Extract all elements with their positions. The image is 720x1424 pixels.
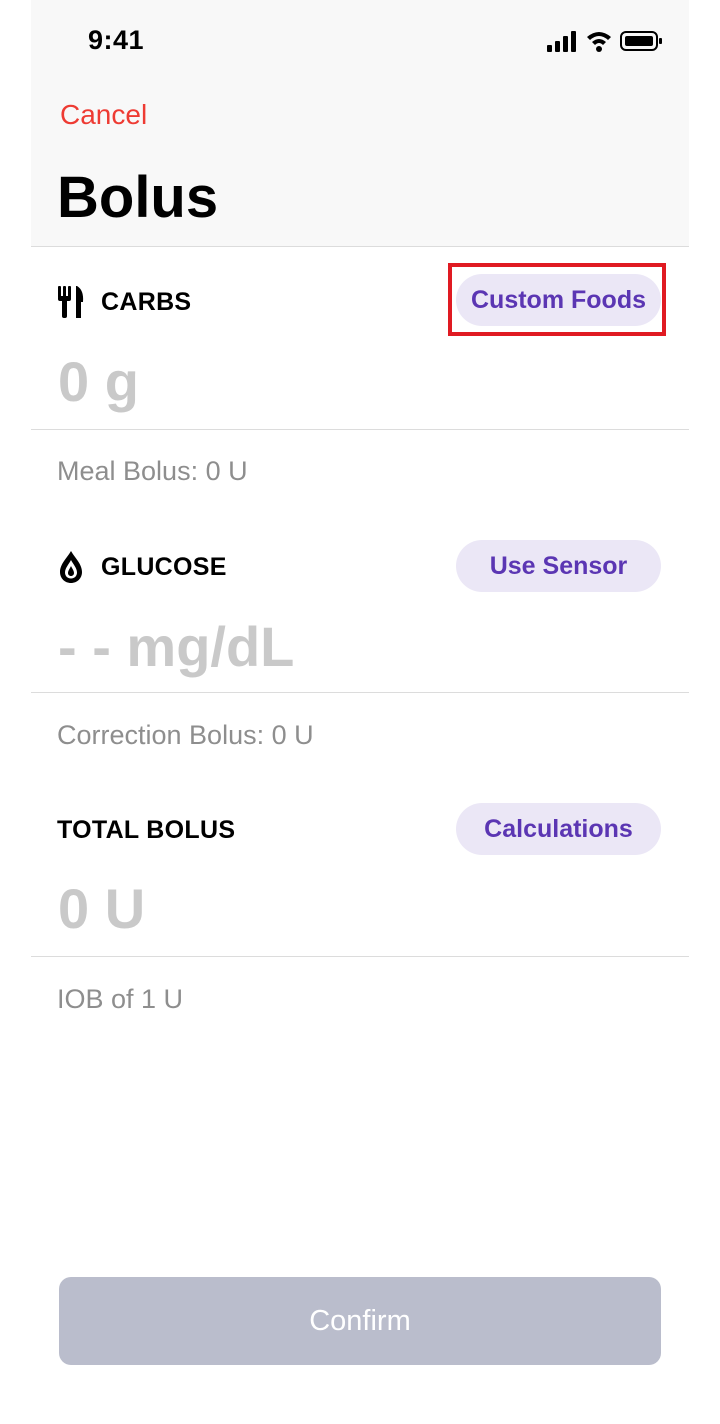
meal-bolus-text: Meal Bolus: 0 U <box>57 456 248 486</box>
iob-text: IOB of 1 U <box>57 984 184 1014</box>
drop-icon <box>57 549 85 585</box>
carbs-label: CARBS <box>101 287 192 316</box>
divider <box>31 429 689 430</box>
wifi-icon <box>587 32 611 52</box>
signal-icon <box>547 31 662 52</box>
glucose-value[interactable]: - - mg/dL <box>58 615 294 679</box>
total-bolus-value[interactable]: 0 U <box>58 877 145 941</box>
status-time: 9:41 <box>88 25 145 55</box>
highlight-frame <box>448 263 666 336</box>
page-title: Bolus <box>57 165 219 230</box>
battery-icon <box>620 31 662 51</box>
use-sensor-button[interactable]: Use Sensor <box>456 540 661 592</box>
correction-bolus-text: Correction Bolus: 0 U <box>57 720 314 750</box>
confirm-button[interactable]: Confirm <box>59 1277 661 1365</box>
divider <box>31 956 689 957</box>
divider <box>31 692 689 693</box>
calculations-button[interactable]: Calculations <box>456 803 661 855</box>
glucose-header: GLUCOSE <box>57 547 227 587</box>
carbs-value[interactable]: 0 g <box>58 350 139 414</box>
cancel-button[interactable]: Cancel <box>60 99 147 131</box>
total-bolus-label: TOTAL BOLUS <box>57 815 236 844</box>
status-icons <box>545 28 663 54</box>
fork-knife-icon <box>57 284 85 320</box>
glucose-label: GLUCOSE <box>101 552 227 581</box>
total-bolus-header: TOTAL BOLUS <box>57 810 235 850</box>
bolus-screen: 9:41 Cancel Bolus CARBS Custom Foods 0 g… <box>0 0 720 1424</box>
carbs-header: CARBS <box>57 282 191 322</box>
